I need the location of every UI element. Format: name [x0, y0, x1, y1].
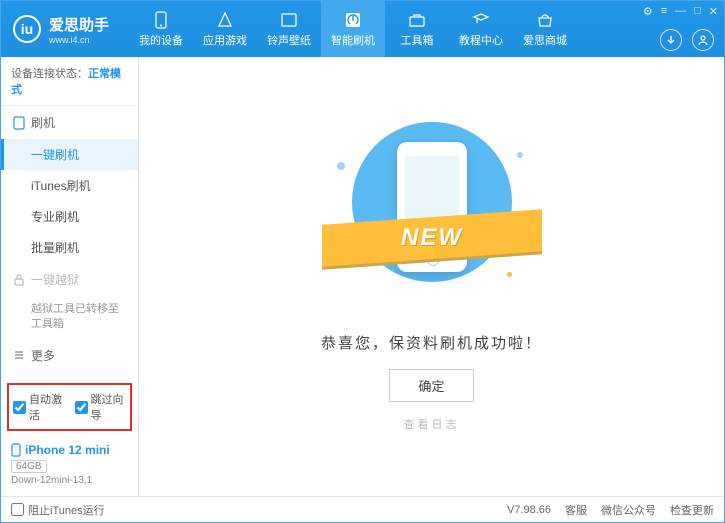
sidebar-group-flash[interactable]: 刷机 — [1, 106, 138, 139]
sidebar-group-jailbreak: 一键越狱 — [1, 263, 138, 296]
jailbreak-note: 越狱工具已转移至工具箱 — [1, 296, 138, 339]
logo-icon: iu — [13, 15, 41, 43]
connection-label: 设备连接状态： — [11, 68, 88, 80]
device-info: iPhone 12 mini 64GB Down-12mini-13,1 — [1, 437, 138, 496]
nav-toolbox[interactable]: 工具箱 — [385, 1, 449, 57]
group-label: 一键越狱 — [31, 271, 79, 288]
right-actions — [660, 29, 714, 51]
window-controls: ⚙ ≡ — □ ✕ — [643, 5, 718, 18]
nav-label: 我的设备 — [139, 32, 183, 48]
checkbox-input[interactable] — [11, 503, 24, 516]
block-itunes-checkbox[interactable]: 阻止iTunes运行 — [11, 502, 105, 518]
check-update-link[interactable]: 检查更新 — [670, 502, 714, 518]
minimize-icon[interactable]: — — [675, 5, 686, 18]
settings-icon[interactable]: ⚙ — [643, 5, 653, 18]
top-nav: 我的设备 应用游戏 铃声壁纸 智能刷机 工具箱 教程中心 — [129, 1, 577, 57]
status-bar: 阻止iTunes运行 V7.98.66 客服 微信公众号 检查更新 — [1, 496, 724, 522]
sidebar-item-itunes-flash[interactable]: iTunes刷机 — [1, 170, 138, 201]
logo-area: iu 爱思助手 www.i4.cn — [1, 14, 121, 45]
group-label: 刷机 — [31, 114, 55, 131]
skin-icon[interactable]: ≡ — [661, 5, 667, 18]
device-capacity: 64GB — [11, 460, 47, 473]
nav-label: 智能刷机 — [331, 32, 375, 48]
app-window: iu 爱思助手 www.i4.cn 我的设备 应用游戏 铃声壁纸 智能刷机 — [0, 0, 725, 523]
checkbox-auto-activate[interactable]: 自动激活 — [13, 391, 65, 423]
brand-site: www.i4.cn — [49, 35, 109, 45]
tutorial-icon — [472, 11, 490, 29]
main-content: NEW 恭喜您，保资料刷机成功啦！ 确定 查看日志 — [139, 57, 724, 496]
checkbox-label: 自动激活 — [29, 391, 65, 423]
ok-button[interactable]: 确定 — [389, 369, 473, 402]
sidebar-item-other-tools[interactable]: 其他工具 — [1, 372, 138, 377]
nav-label: 工具箱 — [401, 32, 434, 48]
checkbox-input[interactable] — [75, 401, 88, 414]
connection-status: 设备连接状态：正常模式 — [1, 57, 138, 106]
sidebar-item-pro-flash[interactable]: 专业刷机 — [1, 201, 138, 232]
device-icon — [11, 443, 21, 457]
device-firmware: Down-12mini-13,1 — [11, 475, 128, 486]
success-illustration: NEW — [332, 122, 532, 302]
title-bar: iu 爱思助手 www.i4.cn 我的设备 应用游戏 铃声壁纸 智能刷机 — [1, 1, 724, 57]
toolbox-icon — [408, 11, 426, 29]
apps-icon — [216, 11, 234, 29]
status-right: V7.98.66 客服 微信公众号 检查更新 — [507, 502, 714, 518]
nav-ringtones[interactable]: 铃声壁纸 — [257, 1, 321, 57]
store-icon — [536, 11, 554, 29]
brand-name: 爱思助手 — [49, 17, 109, 34]
success-message: 恭喜您，保资料刷机成功啦！ — [321, 332, 542, 353]
nav-flash[interactable]: 智能刷机 — [321, 1, 385, 57]
group-label: 更多 — [31, 347, 55, 364]
sidebar-item-batch-flash[interactable]: 批量刷机 — [1, 232, 138, 263]
nav-label: 应用游戏 — [203, 32, 247, 48]
sidebar-group-more[interactable]: 更多 — [1, 339, 138, 372]
options-highlight-box: 自动激活 跳过向导 — [7, 383, 132, 431]
sidebar: 设备连接状态：正常模式 刷机 一键刷机 iTunes刷机 专业刷机 批量刷机 一… — [1, 57, 139, 496]
nav-tutorials[interactable]: 教程中心 — [449, 1, 513, 57]
nav-my-device[interactable]: 我的设备 — [129, 1, 193, 57]
more-icon — [13, 349, 25, 361]
wallpaper-icon — [280, 11, 298, 29]
version-label: V7.98.66 — [507, 504, 551, 516]
lock-icon — [13, 274, 25, 286]
brand-text: 爱思助手 www.i4.cn — [49, 14, 109, 45]
flash-icon — [344, 11, 362, 29]
nav-label: 爱思商城 — [523, 32, 567, 48]
nav-label: 教程中心 — [459, 32, 503, 48]
nav-apps[interactable]: 应用游戏 — [193, 1, 257, 57]
device-icon — [152, 11, 170, 29]
customer-service-link[interactable]: 客服 — [565, 502, 587, 518]
sidebar-scroll: 刷机 一键刷机 iTunes刷机 专业刷机 批量刷机 一键越狱 越狱工具已转移至… — [1, 106, 138, 377]
view-log-link[interactable]: 查看日志 — [404, 416, 460, 432]
close-icon[interactable]: ✕ — [709, 5, 718, 18]
checkbox-label: 跳过向导 — [91, 391, 127, 423]
nav-store[interactable]: 爱思商城 — [513, 1, 577, 57]
main-body: 设备连接状态：正常模式 刷机 一键刷机 iTunes刷机 专业刷机 批量刷机 一… — [1, 57, 724, 496]
phone-icon — [13, 116, 25, 130]
checkbox-input[interactable] — [13, 401, 26, 414]
sidebar-item-oneclick-flash[interactable]: 一键刷机 — [1, 139, 138, 170]
device-name[interactable]: iPhone 12 mini — [11, 443, 128, 457]
ribbon-text: NEW — [401, 224, 463, 252]
nav-label: 铃声壁纸 — [267, 32, 311, 48]
download-button[interactable] — [660, 29, 682, 51]
checkbox-skip-guide[interactable]: 跳过向导 — [75, 391, 127, 423]
maximize-icon[interactable]: □ — [694, 5, 701, 18]
account-button[interactable] — [692, 29, 714, 51]
checkbox-label: 阻止iTunes运行 — [28, 502, 105, 518]
wechat-link[interactable]: 微信公众号 — [601, 502, 656, 518]
